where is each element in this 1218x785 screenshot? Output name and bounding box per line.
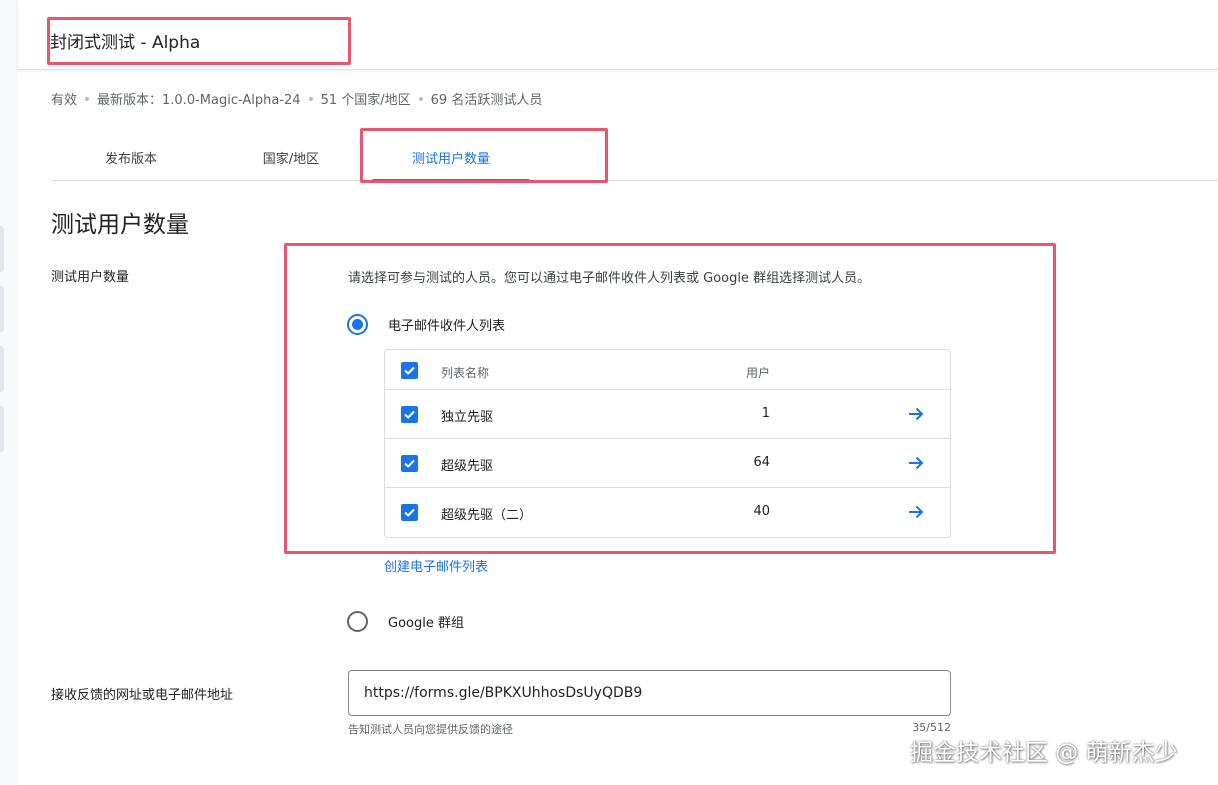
option-google-groups[interactable]: Google 群组 (347, 611, 464, 632)
status-countries: 51 个国家/地区 (320, 93, 411, 108)
testers-description: 请选择可参与测试的人员。您可以通过电子邮件收件人列表或 Google 群组选择测… (348, 271, 871, 286)
list-users-count: 64 (753, 455, 770, 470)
radio-selected-icon[interactable] (347, 314, 368, 335)
status-version: 最新版本：1.0.0-Magic-Alpha-24 (97, 93, 301, 108)
column-header-users: 用户 (745, 366, 770, 380)
rail-item[interactable] (0, 406, 4, 452)
left-nav-rail (0, 0, 18, 785)
row-checkbox[interactable] (401, 406, 418, 423)
page: 封闭式测试 - Alpha 有效 最新版本：1.0.0-Magic-Alpha-… (0, 0, 1218, 785)
column-header-name: 列表名称 (441, 366, 490, 380)
section-heading: 测试用户数量 (51, 212, 189, 238)
feedback-helper-text: 告知测试人员向您提供反馈的途径 (348, 723, 513, 736)
rail-item[interactable] (0, 346, 4, 392)
list-name: 独立先驱 (441, 410, 494, 425)
table-header-row: 列表名称 用户 (385, 350, 950, 390)
list-name: 超级先驱 (441, 459, 494, 474)
create-email-list-link[interactable]: 创建电子邮件列表 (384, 556, 488, 575)
watermark-text: 掘金技术社区 @ 萌新杰少 (910, 740, 1178, 766)
feedback-url-input[interactable] (348, 670, 951, 716)
option-email-lists[interactable]: 电子邮件收件人列表 (347, 314, 505, 335)
option-google-label: Google 群组 (388, 616, 464, 631)
sticky-header: 封闭式测试 - Alpha (18, 0, 1218, 70)
status-testers: 69 名活跃测试人员 (430, 93, 543, 108)
select-all-checkbox[interactable] (401, 362, 418, 379)
separator-dot (308, 96, 313, 101)
list-users-count: 1 (761, 406, 770, 421)
list-name: 超级先驱（二） (441, 508, 533, 523)
row-checkbox[interactable] (401, 504, 418, 521)
option-email-label: 电子邮件收件人列表 (388, 319, 506, 334)
email-lists-table: 列表名称 用户 独立先驱 1 超级先驱 64 超级先驱（二） 40 (384, 349, 951, 538)
table-row[interactable]: 超级先驱（二） 40 (385, 488, 950, 537)
table-row[interactable]: 超级先驱 64 (385, 439, 950, 488)
tab-bar: 发布版本 国家/地区 测试用户数量 (51, 140, 1218, 182)
rail-item[interactable] (0, 226, 4, 272)
arrow-right-icon[interactable] (907, 405, 925, 423)
list-users-count: 40 (753, 504, 770, 519)
status-state: 有效 (51, 93, 78, 108)
tab-releases[interactable]: 发布版本 (51, 140, 211, 181)
testers-row-label: 测试用户数量 (51, 270, 130, 285)
release-status-line: 有效 最新版本：1.0.0-Magic-Alpha-24 51 个国家/地区 6… (51, 89, 542, 108)
rail-item[interactable] (0, 286, 4, 332)
feedback-label: 接收反馈的网址或电子邮件地址 (51, 688, 234, 703)
radio-unselected-icon[interactable] (347, 611, 368, 632)
tab-testers[interactable]: 测试用户数量 (371, 140, 531, 182)
row-checkbox[interactable] (401, 455, 418, 472)
arrow-right-icon[interactable] (907, 503, 925, 521)
table-row[interactable]: 独立先驱 1 (385, 390, 950, 439)
page-title: 封闭式测试 - Alpha (50, 33, 201, 53)
separator-dot (85, 96, 90, 101)
tab-countries[interactable]: 国家/地区 (211, 140, 371, 181)
arrow-right-icon[interactable] (907, 454, 925, 472)
separator-dot (418, 96, 423, 101)
